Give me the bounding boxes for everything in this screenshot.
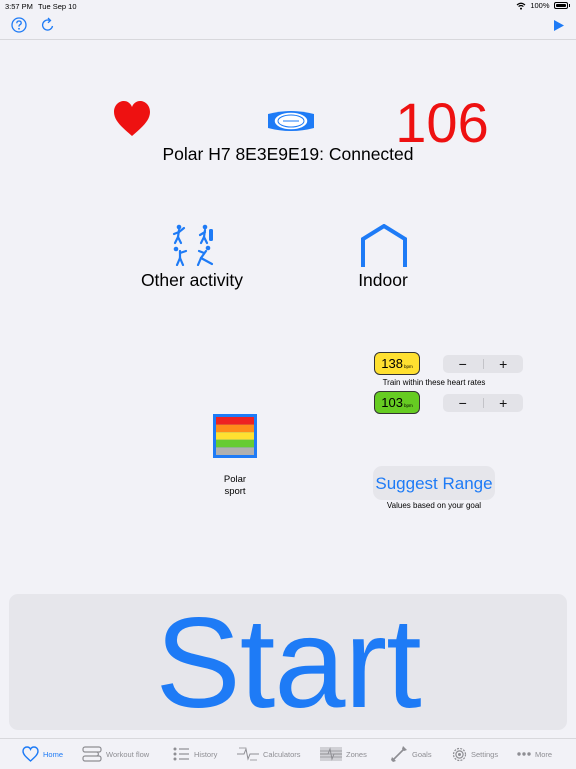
more-dots-icon <box>517 752 531 756</box>
zones-icon <box>320 747 342 761</box>
lower-hr-value: 103 <box>381 395 403 410</box>
heart-icon <box>114 101 150 136</box>
tab-zones-label: Zones <box>346 749 367 759</box>
activity-icon[interactable] <box>170 224 216 266</box>
upper-hr-minus-button[interactable]: − <box>443 355 483 373</box>
upper-hr-badge[interactable]: 138 bpm <box>374 352 420 375</box>
lower-hr-plus-button[interactable]: + <box>484 394 524 412</box>
refresh-icon[interactable] <box>40 17 56 33</box>
play-icon[interactable] <box>552 19 565 32</box>
upper-hr-value: 138 <box>381 356 403 371</box>
status-time: 3:57 PM <box>5 2 33 11</box>
goals-dart-icon <box>391 746 407 762</box>
battery-icon <box>553 2 568 9</box>
history-list-icon <box>173 747 189 761</box>
tab-history[interactable]: History <box>172 739 217 769</box>
tab-settings-label: Settings <box>471 749 499 759</box>
chest-strap-icon <box>268 111 314 131</box>
status-date: Tue Sep 10 <box>38 2 77 11</box>
upper-hr-unit: bpm <box>403 364 413 369</box>
sport-zones-icon[interactable] <box>212 413 258 459</box>
sport-label-line1: Polar <box>223 474 247 485</box>
tab-settings[interactable]: Settings <box>452 739 498 769</box>
upper-hr-stepper[interactable]: − + <box>443 355 523 373</box>
lower-hr-stepper[interactable]: − + <box>443 394 523 412</box>
tab-workout-flow[interactable]: Workout flow <box>82 739 149 769</box>
sport-label-line2: sport <box>224 486 246 497</box>
tab-home[interactable]: Home <box>22 739 63 769</box>
calculators-icon <box>237 747 259 761</box>
header-divider <box>0 39 576 40</box>
question-circle-icon[interactable] <box>11 17 27 33</box>
location-label[interactable]: Indoor <box>333 270 433 291</box>
lower-hr-badge[interactable]: 103 bpm <box>374 391 420 414</box>
lower-hr-minus-button[interactable]: − <box>443 394 483 412</box>
tab-goals-label: Goals <box>412 749 432 759</box>
tab-more[interactable]: More <box>517 739 552 769</box>
tab-history-label: History <box>194 749 218 759</box>
status-right: 100% <box>516 1 570 10</box>
start-button[interactable]: Start <box>9 594 567 734</box>
tab-calculators-label: Calculators <box>263 749 301 759</box>
settings-gear-icon <box>452 747 467 761</box>
wifi-icon <box>516 2 526 10</box>
lower-hr-unit: bpm <box>403 403 413 408</box>
tab-more-label: More <box>535 749 553 759</box>
tab-calculators[interactable]: Calculators <box>237 739 301 769</box>
indoor-house-icon[interactable] <box>360 224 408 268</box>
battery-tip <box>568 4 570 7</box>
sensor-connection-status: Polar H7 8E3E9E19: Connected <box>162 144 414 164</box>
sport-label[interactable]: Polar sport <box>205 474 265 498</box>
upper-hr-plus-button[interactable]: + <box>484 355 524 373</box>
activity-type-label[interactable]: Other activity <box>122 270 262 291</box>
range-caption: Train within these heart rates <box>382 378 486 387</box>
tab-zones[interactable]: Zones <box>320 739 367 769</box>
workout-flow-icon <box>82 746 102 762</box>
suggest-range-button[interactable]: Suggest Range <box>373 466 495 500</box>
tab-home-label: Home <box>43 749 64 759</box>
suggest-caption: Values based on your goal <box>386 501 482 510</box>
tab-bar: Home Workout flow History Calculators Zo… <box>0 738 576 769</box>
heart-outline-icon <box>22 746 39 762</box>
tab-workout-flow-label: Workout flow <box>106 749 150 759</box>
battery-percent: 100% <box>530 1 550 10</box>
tab-goals[interactable]: Goals <box>390 739 432 769</box>
status-bar: 3:57 PM Tue Sep 10 100% <box>0 0 576 12</box>
